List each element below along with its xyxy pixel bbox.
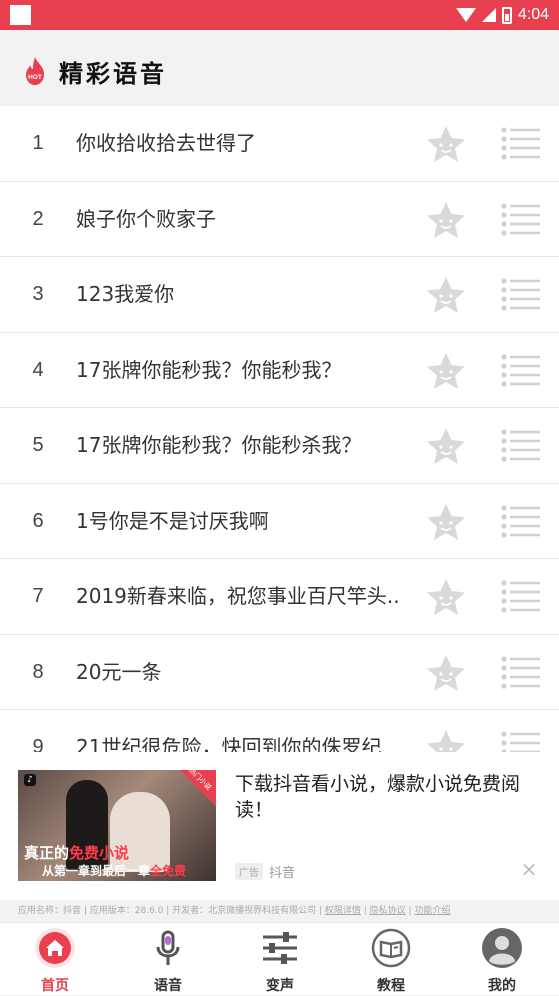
favorite-star-icon[interactable] (425, 502, 467, 542)
home-icon (35, 928, 75, 968)
list-item-title[interactable]: 你收拾收拾去世得了 (76, 106, 411, 181)
tab-home[interactable]: 首页 (15, 923, 95, 996)
more-list-icon[interactable] (500, 202, 542, 238)
tab-voice-label: 语音 (154, 978, 182, 994)
bottom-tab-bar: 首页 语音 变声 教程 我的 (0, 922, 559, 995)
ad-image[interactable]: ♪ 热门小说 真正的免费小说 从第一章到最后一章全免费 (18, 770, 216, 881)
list-item[interactable]: 2 娘子你个败家子 (0, 181, 559, 257)
more-list-icon[interactable] (500, 428, 542, 464)
list-item-title[interactable]: 1号你是不是讨厌我啊 (76, 484, 411, 559)
list-item-title[interactable]: 17张牌你能秒我？你能秒我？ (76, 333, 411, 408)
voice-list[interactable]: 1 你收拾收拾去世得了 2 娘子你个败家子 3 123我爱你 4 17张牌你能秒我？你能秒… (0, 106, 559, 752)
tab-mine[interactable]: 我的 (462, 923, 542, 996)
sliders-icon (263, 932, 297, 964)
features-link[interactable]: 功能介绍 (414, 906, 450, 916)
list-item[interactable]: 6 1号你是不是讨厌我啊 (0, 483, 559, 559)
tab-mine-label: 我的 (488, 978, 516, 994)
list-item-number: 1 (32, 132, 44, 154)
hot-fire-icon: HOT (26, 57, 44, 85)
ad-image-line2: 从第一章到最后一章全免费 (42, 864, 187, 878)
separator: | (360, 906, 370, 916)
permissions-link[interactable]: 权限详情 (325, 906, 361, 916)
more-list-icon[interactable] (500, 277, 542, 313)
ad-corner-label: 热门小说 (187, 770, 213, 792)
hot-badge-text: HOT (28, 74, 42, 81)
more-list-icon[interactable] (500, 353, 542, 389)
page-header: HOT 精彩语音 (0, 30, 559, 106)
ad-source: 广告 抖音 (235, 862, 296, 881)
wifi-icon (455, 8, 476, 22)
tab-voice-changer[interactable]: 变声 (240, 923, 320, 996)
ad-headline[interactable]: 下载抖音看小说，爆款小说免费阅读！ (235, 771, 535, 823)
list-item[interactable]: 8 20元一条 (0, 634, 559, 710)
ad-image-line1: 真正的免费小说 (24, 844, 130, 862)
ad-close-icon[interactable]: × (520, 859, 538, 879)
list-item-number: 5 (32, 434, 44, 456)
tab-home-label: 首页 (41, 978, 69, 994)
status-time: 4:04 (517, 6, 549, 23)
list-item-number: 6 (32, 509, 44, 532)
favorite-star-icon[interactable] (425, 653, 467, 693)
app-info-text: 应用名称：抖音 | 应用版本：28.6.0 | 开发者：北京微播视界科技有限公司… (18, 906, 325, 916)
app-info-footer: 应用名称：抖音 | 应用版本：28.6.0 | 开发者：北京微播视界科技有限公司… (0, 900, 559, 922)
tab-voice-changer-label: 变声 (266, 978, 294, 994)
more-list-icon[interactable] (500, 504, 542, 540)
ad-corner-badge: 热门小说 (180, 770, 216, 806)
list-item-number: 4 (32, 358, 44, 381)
user-icon (482, 928, 522, 968)
list-item-title[interactable]: 17张牌你能秒我？你能秒杀我？ (76, 408, 411, 483)
favorite-star-icon[interactable] (425, 728, 467, 752)
list-item[interactable]: 5 17张牌你能秒我？你能秒杀我？ (0, 408, 559, 484)
list-item-number: 8 (32, 660, 44, 683)
ad-tag: 广告 (235, 862, 263, 880)
list-item-title[interactable]: 123我爱你 (76, 257, 411, 332)
list-item-number: 9 (32, 736, 44, 752)
book-icon (371, 928, 411, 968)
favorite-star-icon[interactable] (425, 124, 467, 164)
list-item[interactable]: 3 123我爱你 (0, 257, 559, 333)
ad-banner[interactable]: ♪ 热门小说 真正的免费小说 从第一章到最后一章全免费 下载抖音看小说，爆款小说… (0, 752, 559, 900)
ad-advertiser: 抖音 (269, 865, 296, 881)
list-item-title[interactable]: 2019新春来临，祝您事业百尺竿头.. (76, 559, 411, 634)
more-list-icon[interactable] (500, 126, 542, 162)
tab-tutorial[interactable]: 教程 (351, 923, 431, 996)
list-item-title[interactable]: 娘子你个败家子 (76, 182, 411, 257)
list-item[interactable]: 9 21世纪很危险，快回到你的侏罗纪 (0, 710, 559, 752)
list-item[interactable]: 1 你收拾收拾去世得了 (0, 106, 559, 182)
favorite-star-icon[interactable] (425, 275, 467, 315)
tiktok-logo-icon: ♪ (24, 774, 36, 786)
list-item-title[interactable]: 20元一条 (76, 635, 411, 710)
tab-voice[interactable]: 语音 (128, 923, 208, 996)
list-item-number: 2 (32, 207, 44, 230)
favorite-star-icon[interactable] (425, 200, 467, 240)
page-title: 精彩语音 (59, 60, 167, 88)
more-list-icon[interactable] (500, 655, 542, 691)
favorite-star-icon[interactable] (425, 577, 467, 617)
list-item-number: 3 (32, 283, 44, 305)
list-item-title[interactable]: 21世纪很危险，快回到你的侏罗纪 (76, 710, 411, 752)
status-bar: 4:04 (0, 0, 559, 30)
tab-tutorial-label: 教程 (377, 978, 405, 994)
favorite-star-icon[interactable] (425, 426, 467, 466)
notification-icon (10, 5, 31, 25)
signal-icon (481, 8, 496, 22)
privacy-link[interactable]: 隐私协议 (370, 906, 406, 916)
list-item-number: 7 (32, 585, 44, 607)
microphone-icon (156, 930, 180, 965)
list-item[interactable]: 4 17张牌你能秒我？你能秒我？ (0, 332, 559, 408)
list-item[interactable]: 7 2019新春来临，祝您事业百尺竿头.. (0, 559, 559, 635)
battery-icon (501, 6, 512, 24)
favorite-star-icon[interactable] (425, 351, 467, 391)
more-list-icon[interactable] (500, 730, 542, 752)
more-list-icon[interactable] (500, 579, 542, 615)
